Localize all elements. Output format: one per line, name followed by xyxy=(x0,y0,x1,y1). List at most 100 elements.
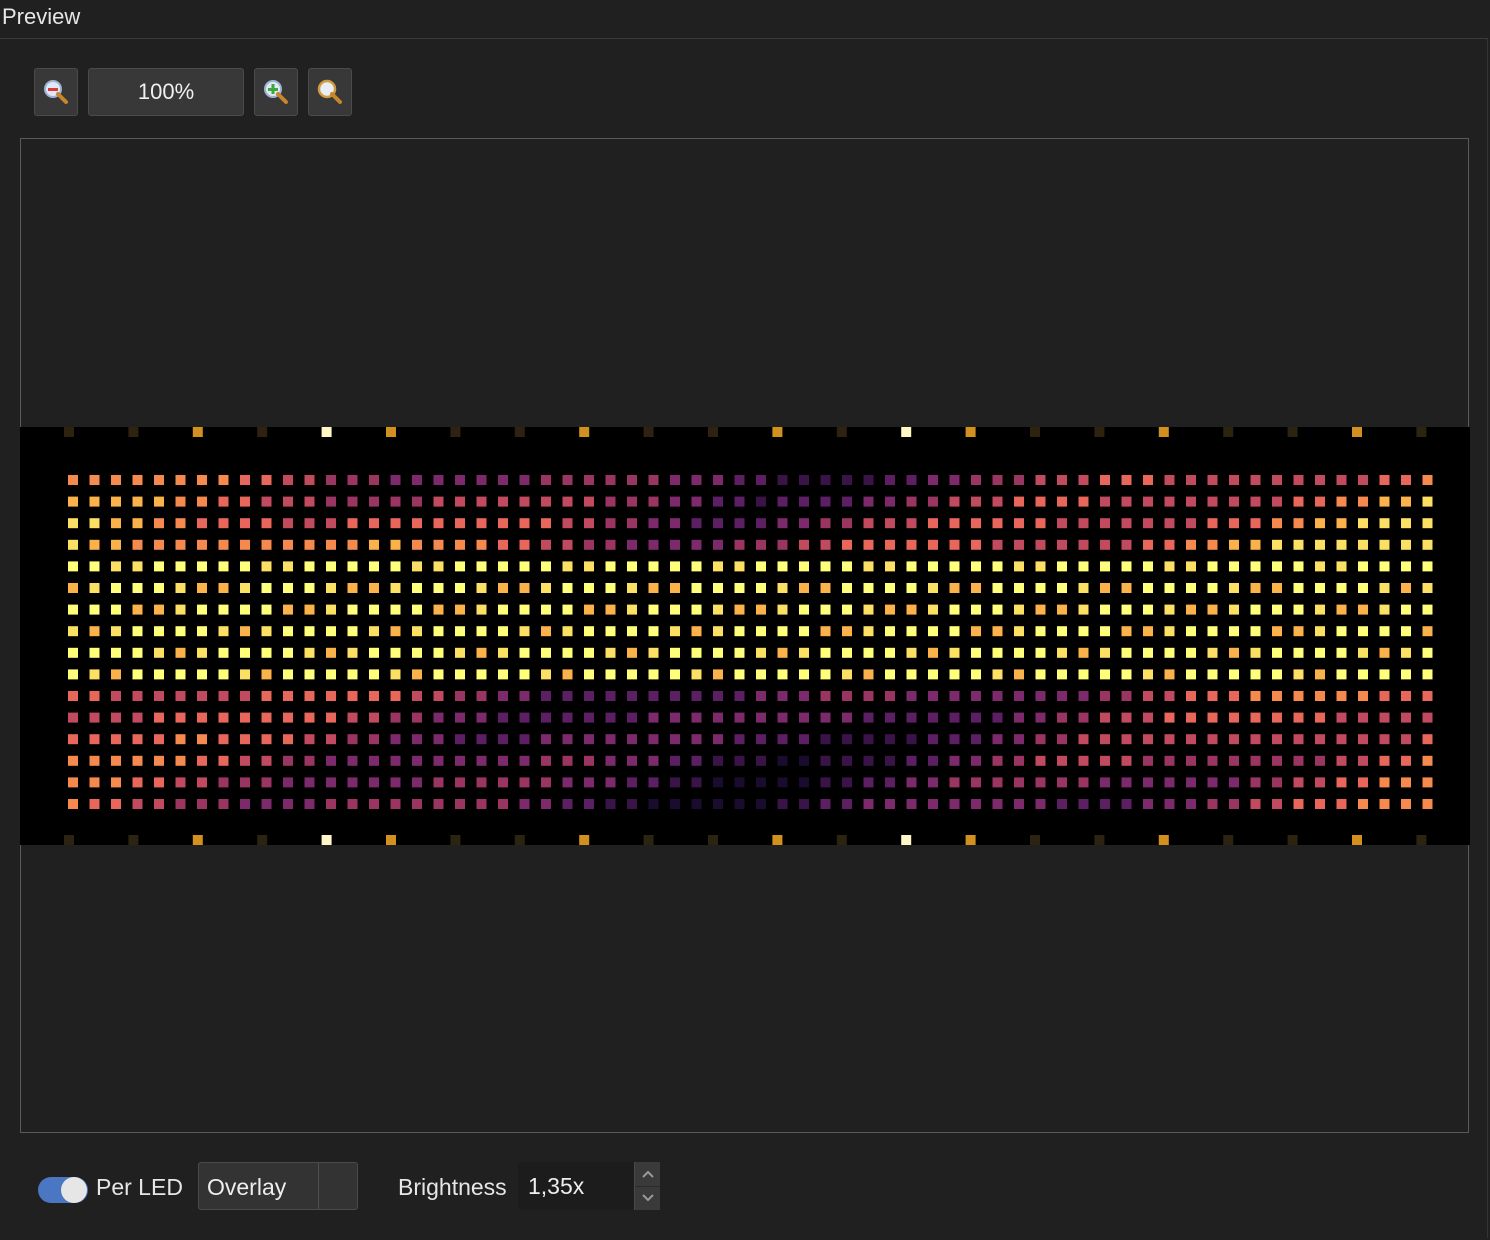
led-pixel xyxy=(347,561,358,572)
led-pixel xyxy=(949,799,960,809)
led-pixel xyxy=(283,496,293,507)
led-pixel xyxy=(541,712,551,723)
led-pixel xyxy=(1293,647,1304,658)
zoom-in-button[interactable] xyxy=(254,68,298,116)
led-pixel xyxy=(820,604,831,615)
led-pixel xyxy=(1121,777,1132,788)
led-grid xyxy=(64,427,1433,845)
led-pixel xyxy=(1272,539,1282,550)
led-pixel xyxy=(197,496,207,507)
led-pixel xyxy=(842,561,852,572)
led-pixel xyxy=(1379,712,1390,723)
led-marker xyxy=(386,427,396,437)
led-pixel xyxy=(949,475,960,485)
led-pixel xyxy=(1121,475,1132,485)
led-pixel xyxy=(390,604,401,615)
led-pixel xyxy=(390,647,401,658)
led-pixel xyxy=(1315,712,1325,723)
led-pixel xyxy=(562,777,573,788)
spin-up-button[interactable] xyxy=(635,1162,660,1187)
led-pixel xyxy=(154,647,164,658)
mode-select-dropdown-button[interactable] xyxy=(318,1163,357,1209)
led-pixel xyxy=(1336,518,1347,529)
mode-select[interactable]: Overlay xyxy=(198,1162,358,1210)
led-pixel xyxy=(713,669,723,680)
led-pixel xyxy=(1057,583,1067,593)
per-led-toggle[interactable] xyxy=(38,1177,88,1203)
led-pixel xyxy=(197,475,207,485)
led-pixel xyxy=(1164,561,1175,572)
led-pixel xyxy=(283,691,293,701)
led-pixel xyxy=(648,777,659,788)
led-pixel xyxy=(1358,518,1368,529)
led-pixel xyxy=(498,647,508,658)
led-pixel xyxy=(476,691,487,701)
led-pixel xyxy=(304,712,315,723)
led-pixel xyxy=(261,626,272,637)
panel-title: Preview xyxy=(2,4,81,29)
led-pixel xyxy=(1358,691,1368,701)
spin-down-button[interactable] xyxy=(635,1186,660,1210)
led-pixel xyxy=(713,496,723,507)
brightness-value[interactable]: 1,35x xyxy=(528,1173,584,1200)
led-pixel xyxy=(863,691,874,701)
led-pixel xyxy=(648,669,659,680)
led-pixel xyxy=(734,691,745,701)
led-pixel xyxy=(326,691,336,701)
brightness-spinbox[interactable]: 1,35x xyxy=(518,1162,660,1210)
led-pixel xyxy=(627,777,637,788)
led-marker xyxy=(1030,427,1040,437)
led-pixel xyxy=(283,583,293,593)
led-pixel xyxy=(175,799,186,809)
led-pixel xyxy=(1207,604,1218,615)
led-pixel xyxy=(498,691,508,701)
led-pixel xyxy=(261,561,272,572)
led-pixel xyxy=(240,561,250,572)
led-pixel xyxy=(240,626,250,637)
led-pixel xyxy=(240,712,250,723)
led-pixel xyxy=(906,518,917,529)
led-pixel xyxy=(218,647,229,658)
led-pixel xyxy=(541,799,551,809)
led-pixel xyxy=(369,691,379,701)
led-pixel xyxy=(541,604,551,615)
zoom-out-button[interactable] xyxy=(34,68,78,116)
led-pixel xyxy=(304,626,315,637)
led-pixel xyxy=(992,583,1003,593)
led-pixel xyxy=(369,799,379,809)
led-marker xyxy=(386,835,396,845)
led-pixel xyxy=(949,626,960,637)
led-preview-canvas[interactable] xyxy=(20,427,1470,845)
led-pixel xyxy=(476,539,487,550)
zoom-fit-button[interactable] xyxy=(308,68,352,116)
led-pixel xyxy=(261,691,272,701)
led-pixel xyxy=(412,777,422,788)
zoom-level-display[interactable]: 100% xyxy=(88,68,244,116)
led-pixel xyxy=(89,669,100,680)
led-pixel xyxy=(713,799,723,809)
led-pixel xyxy=(734,669,745,680)
led-pixel xyxy=(1014,626,1024,637)
led-pixel xyxy=(498,583,508,593)
led-pixel xyxy=(562,691,573,701)
led-pixel xyxy=(1379,755,1390,766)
led-pixel xyxy=(885,539,895,550)
led-pixel xyxy=(1035,518,1046,529)
led-pixel xyxy=(1315,691,1325,701)
led-pixel xyxy=(1143,734,1153,745)
led-pixel xyxy=(261,496,272,507)
led-pixel xyxy=(476,626,487,637)
led-pixel xyxy=(627,799,637,809)
led-pixel xyxy=(455,496,465,507)
led-pixel xyxy=(369,583,379,593)
led-pixel xyxy=(111,626,121,637)
led-pixel xyxy=(799,604,809,615)
led-pixel xyxy=(756,604,766,615)
led-pixel xyxy=(519,539,530,550)
led-pixel xyxy=(777,755,788,766)
led-pixel xyxy=(1229,561,1239,572)
led-pixel xyxy=(1358,734,1368,745)
led-pixel xyxy=(820,777,831,788)
led-pixel xyxy=(584,475,594,485)
led-pixel xyxy=(885,755,895,766)
